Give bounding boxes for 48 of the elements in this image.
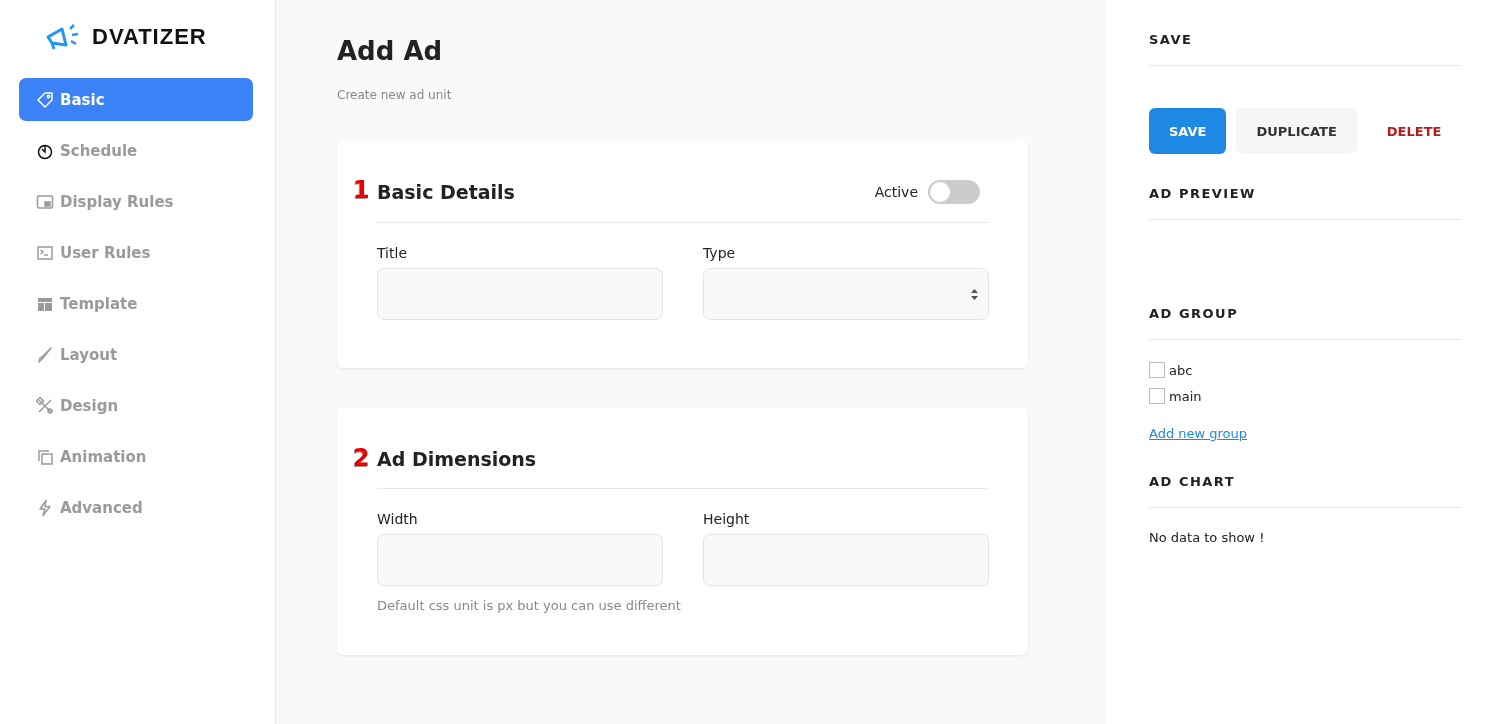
checkbox[interactable] <box>1149 362 1165 378</box>
field-label: Type <box>703 245 737 261</box>
panel-heading: AD GROUP <box>1149 306 1462 340</box>
panel-heading: AD PREVIEW <box>1149 186 1462 220</box>
sidebar-item[interactable]: Basic <box>19 78 253 121</box>
input-field[interactable] <box>377 534 663 586</box>
duplicate-button[interactable]: DUPLICATE <box>1236 108 1357 154</box>
picture-in-picture-icon <box>36 192 54 211</box>
copy-icon <box>36 447 54 466</box>
field-label: Title <box>377 245 408 261</box>
lightning-icon <box>36 498 54 517</box>
input-field[interactable] <box>377 268 663 320</box>
checkbox-label: abc <box>1169 362 1193 378</box>
tools-icon <box>36 396 54 415</box>
save-button[interactable]: SAVE <box>1149 108 1227 154</box>
page-title: Add Ad <box>337 36 444 66</box>
active-toggle[interactable] <box>928 180 980 204</box>
sidebar-item[interactable]: Layout <box>19 333 253 376</box>
terminal-icon <box>36 243 54 262</box>
checkbox-label: main <box>1169 388 1202 404</box>
logo-text: DVATIZER <box>92 24 207 50</box>
field-label: Width <box>377 511 419 527</box>
section-title: Basic Details <box>377 181 516 203</box>
field-label: Height <box>703 511 751 527</box>
sidebar-item[interactable]: User Rules <box>19 231 253 274</box>
panel-heading: SAVE <box>1149 32 1462 66</box>
section-title: Ad Dimensions <box>377 448 538 470</box>
sidebar-item[interactable]: Template <box>19 282 253 325</box>
add-group-link[interactable]: Add new group <box>1149 426 1248 441</box>
sidebar-item[interactable]: Advanced <box>19 486 253 529</box>
sidebar-item[interactable]: Display Rules <box>19 180 253 223</box>
empty-message: No data to show ! <box>1149 530 1266 545</box>
sidebar-item[interactable]: Animation <box>19 435 253 478</box>
page-subtitle: Create new ad unit <box>337 88 453 102</box>
select-arrows-icon <box>971 289 978 300</box>
tag-icon <box>36 90 54 109</box>
input-field[interactable] <box>703 534 989 586</box>
panel-heading: AD CHART <box>1149 474 1462 508</box>
select-field[interactable] <box>703 268 989 320</box>
step-number: 1 <box>353 176 370 204</box>
checkbox[interactable] <box>1149 388 1165 404</box>
toggle-label: Active <box>874 184 918 200</box>
step-number: 2 <box>353 444 370 472</box>
sidebar-item[interactable]: Design <box>19 384 253 427</box>
sidebar-item[interactable]: Schedule <box>19 129 253 172</box>
hint-text: Default css unit is px but you can use different <box>377 598 682 613</box>
brush-icon <box>36 345 54 364</box>
delete-button[interactable]: DELETE <box>1366 108 1462 154</box>
